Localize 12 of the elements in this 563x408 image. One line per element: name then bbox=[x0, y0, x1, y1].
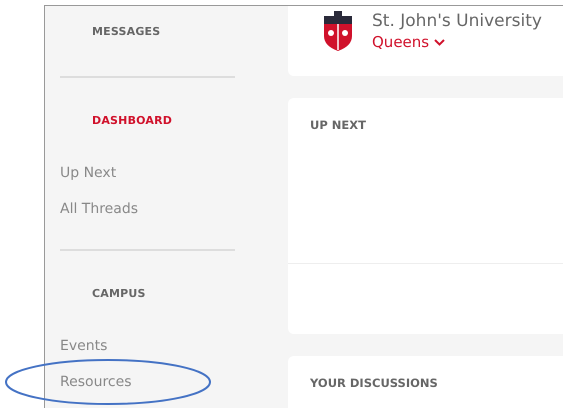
sidebar-section-heading[interactable]: DASHBOARD bbox=[92, 111, 172, 131]
sidebar-link[interactable]: Resources bbox=[60, 372, 132, 392]
card-title: YOUR DISCUSSIONS bbox=[309, 375, 439, 390]
sidebar-link[interactable]: Up Next bbox=[60, 163, 116, 183]
card-title: UP NEXT bbox=[309, 117, 367, 132]
sidebar-link[interactable]: Events bbox=[60, 336, 108, 356]
sidebar-section-heading[interactable]: MESSAGES bbox=[92, 22, 160, 42]
university-name: St. John's University bbox=[372, 10, 542, 32]
sidebar-link[interactable]: All Threads bbox=[60, 199, 138, 219]
sidebar-section-heading[interactable]: CAMPUS bbox=[92, 284, 146, 304]
chevron-down-icon bbox=[434, 38, 446, 46]
campus-dropdown[interactable]: Queens bbox=[372, 32, 446, 52]
